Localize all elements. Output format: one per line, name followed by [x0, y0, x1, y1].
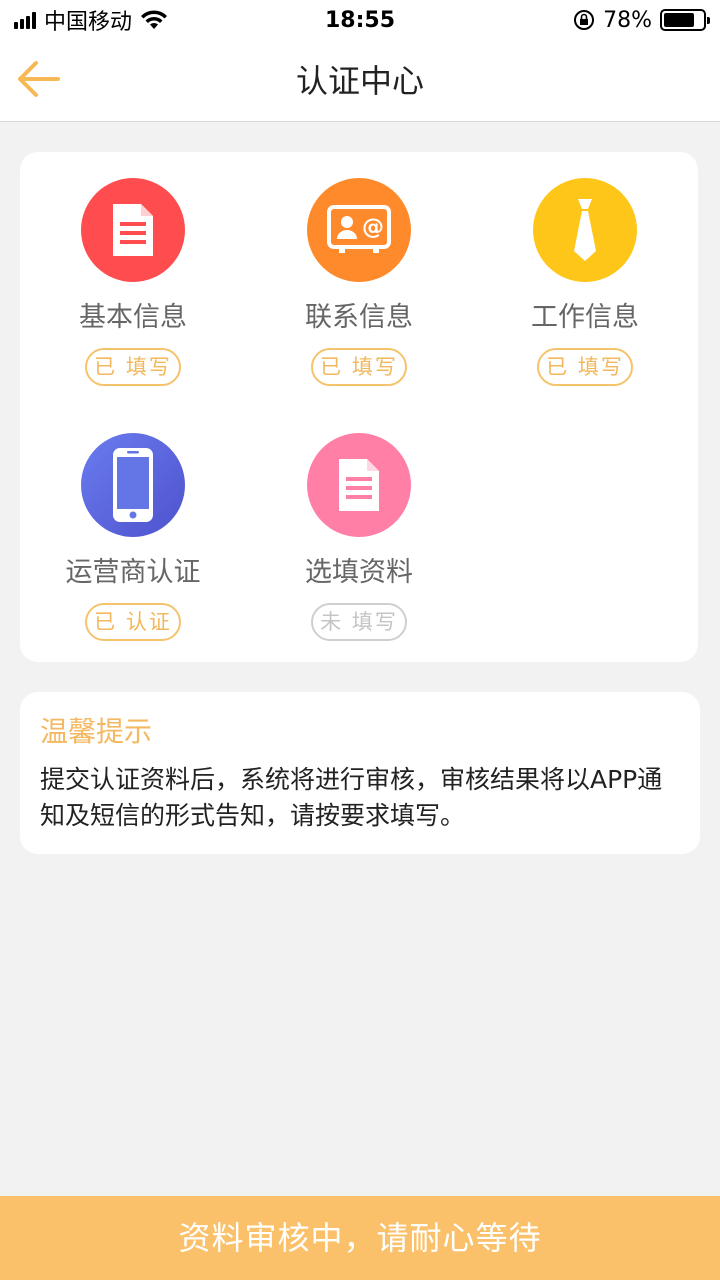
- item-basic-info[interactable]: 基本信息 已 填写: [20, 178, 246, 408]
- tips-card: 温馨提示 提交认证资料后，系统将进行审核，审核结果将以APP通知及短信的形式告知…: [20, 692, 700, 854]
- status-badge: 已 填写: [537, 348, 633, 386]
- carrier-name: 中国移动: [44, 10, 133, 35]
- signal-icon: [14, 11, 36, 29]
- status-bar: 中国移动 18:55 78%: [0, 0, 720, 40]
- rotation-lock-icon: [574, 10, 595, 30]
- tips-title: 温馨提示: [40, 715, 153, 748]
- battery-fill: [664, 13, 694, 27]
- battery-percent: 78%: [603, 7, 652, 33]
- document-icon: [307, 433, 411, 537]
- tips-body: 提交认证资料后，系统将进行审核，审核结果将以APP通知及短信的形式告知，请按要求…: [40, 765, 663, 830]
- status-badge: 已 填写: [311, 348, 407, 386]
- item-carrier-auth[interactable]: 运营商认证 已 认证: [20, 433, 246, 663]
- status-right: 78%: [573, 7, 710, 33]
- item-optional-info[interactable]: 选填资料 未 填写: [246, 433, 472, 663]
- item-label: 运营商认证: [65, 557, 201, 588]
- status-badge: 未 填写: [311, 603, 407, 641]
- battery-icon: [660, 9, 710, 31]
- item-label: 选填资料: [305, 557, 413, 588]
- tie-icon: [533, 178, 637, 282]
- wifi-icon: [141, 10, 168, 29]
- contact-card-icon: @: [307, 178, 411, 282]
- review-status-button[interactable]: 资料审核中，请耐心等待: [0, 1196, 720, 1280]
- item-work-info[interactable]: 工作信息 已 填写: [472, 178, 698, 408]
- item-label: 基本信息: [79, 302, 187, 333]
- phone-icon: [81, 433, 185, 537]
- status-badge: 已 填写: [85, 348, 181, 386]
- item-label: 联系信息: [305, 302, 413, 333]
- item-contact-info[interactable]: @ 联系信息 已 填写: [246, 178, 472, 408]
- status-badge: 已 认证: [85, 603, 181, 641]
- item-label: 工作信息: [531, 302, 639, 333]
- certification-card: 基本信息 已 填写 @ 联系信息 已 填写 工作信息 已 填写 运营商认证 已 …: [20, 152, 698, 662]
- navigation-bar: 认证中心: [0, 40, 720, 122]
- page-title: 认证中心: [295, 62, 424, 100]
- svg-text:@: @: [362, 215, 384, 240]
- document-icon: [81, 178, 185, 282]
- status-left: 中国移动: [14, 4, 168, 36]
